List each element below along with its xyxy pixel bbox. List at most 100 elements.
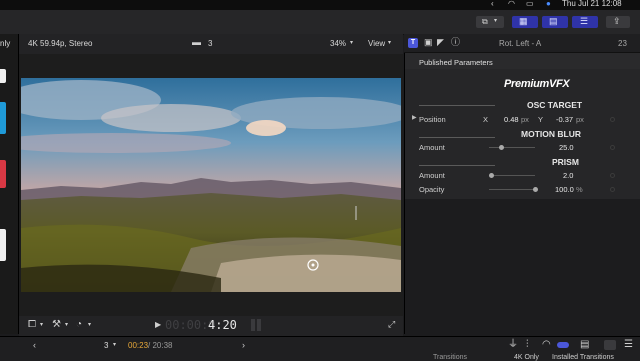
chevron-down-icon[interactable]: ▾ bbox=[40, 322, 43, 328]
inspector-tabs: T ▣ ◤ ⓘ Rot. Left - A 23 bbox=[404, 34, 640, 53]
fullscreen-icon[interactable]: ⤢ bbox=[388, 320, 395, 329]
chevron-down-icon[interactable]: ▾ bbox=[88, 322, 91, 328]
screen-icon[interactable]: ▭ bbox=[526, 0, 534, 8]
format-label: 4K 59.94p, Stereo bbox=[28, 39, 93, 48]
zoom-menu[interactable]: 34% bbox=[330, 39, 346, 48]
motion-blur-slider[interactable] bbox=[489, 147, 535, 148]
grid-icon: ▦ bbox=[519, 16, 528, 26]
clip-thumbnail[interactable] bbox=[0, 69, 6, 83]
back-arrow-icon[interactable]: ‹ bbox=[33, 341, 36, 350]
filmstrip-icon[interactable]: ▤ bbox=[580, 340, 589, 350]
forward-arrow-icon[interactable]: › bbox=[242, 341, 245, 350]
menu-bar: ‹ ◠ ▭ ● Thu Jul 21 12:08 bbox=[0, 0, 640, 10]
section-divider bbox=[419, 165, 495, 166]
inspector-toggle-button[interactable]: ☰ bbox=[572, 16, 598, 28]
timeline-current-time: 00:23 bbox=[128, 341, 149, 350]
headphones-icon[interactable]: ◠ bbox=[508, 0, 515, 8]
position-label: Position bbox=[419, 115, 446, 124]
y-label: Y bbox=[538, 115, 544, 124]
chevron-down-icon: ▾ bbox=[350, 40, 354, 46]
share-button[interactable]: ⇪ bbox=[606, 16, 630, 28]
opacity-slider[interactable] bbox=[489, 189, 535, 190]
view-menu[interactable]: View bbox=[368, 39, 385, 48]
filter-label-partial: nly bbox=[0, 39, 11, 48]
transform-icon[interactable]: ⧠ bbox=[28, 320, 36, 330]
clip-thumbnail[interactable] bbox=[0, 102, 6, 134]
title-inspector-tab-icon[interactable]: T bbox=[408, 38, 418, 48]
prism-amount-label: Amount bbox=[419, 171, 445, 180]
snapping-icon[interactable]: ⫶ bbox=[526, 340, 529, 350]
position-x-value[interactable]: 0.48 bbox=[504, 115, 519, 124]
section-divider bbox=[419, 105, 495, 106]
chevron-down-icon: ▾ bbox=[494, 18, 498, 24]
sliders-icon: ☰ bbox=[580, 16, 589, 26]
inspector-panel: Published Parameters PremiumVFX OSC TARG… bbox=[404, 34, 640, 334]
opacity-unit: % bbox=[576, 185, 583, 194]
timecode: 4:20 bbox=[208, 318, 237, 332]
position-y-value[interactable]: -0.37 bbox=[556, 115, 573, 124]
motion-blur-slider-knob[interactable] bbox=[498, 145, 504, 150]
clip-appearance-toggle[interactable] bbox=[557, 342, 569, 348]
audio-skimming-icon[interactable]: ⏚ bbox=[508, 340, 518, 350]
video-inspector-tab-icon[interactable]: ▣ bbox=[424, 38, 433, 47]
clip-count: 3 bbox=[208, 39, 213, 48]
magic-wand-icon[interactable]: ⚒ bbox=[52, 320, 61, 330]
speed-icon[interactable]: ◔ bbox=[76, 320, 82, 330]
transitions-browser-button[interactable] bbox=[604, 340, 616, 350]
keyframe-button[interactable] bbox=[610, 187, 615, 192]
timeline-icon: ▤ bbox=[549, 16, 558, 26]
chevron-down-icon: ▾ bbox=[388, 40, 392, 46]
audio-meter-right bbox=[257, 319, 261, 331]
published-parameters-bar: Published Parameters bbox=[405, 53, 640, 69]
browser-sidebar-partial: nly bbox=[0, 34, 19, 334]
clock-datetime[interactable]: Thu Jul 21 12:08 bbox=[562, 0, 622, 8]
viewer-header: 4K 59.94p, Stereo ▬ 3 34% ▾ View ▾ bbox=[19, 34, 403, 54]
video-frame[interactable] bbox=[21, 78, 401, 292]
prism-amount-value[interactable]: 2.0 bbox=[563, 171, 573, 180]
keyframe-button[interactable] bbox=[610, 145, 615, 150]
x-label: X bbox=[483, 115, 489, 124]
motion-blur-amount-value[interactable]: 25.0 bbox=[559, 143, 574, 152]
prism-title: PRISM bbox=[552, 157, 579, 167]
inspector-empty-area bbox=[405, 199, 640, 334]
opacity-value[interactable]: 100.0 bbox=[555, 185, 574, 194]
clip-thumbnail[interactable] bbox=[0, 229, 6, 261]
y-unit: px bbox=[576, 115, 584, 124]
chevron-down-icon[interactable]: ▾ bbox=[65, 322, 68, 328]
prism-amount-slider[interactable] bbox=[489, 175, 535, 176]
motion-blur-title: MOTION BLUR bbox=[521, 129, 581, 139]
opacity-slider-knob[interactable] bbox=[533, 187, 538, 192]
play-icon[interactable]: ▶ bbox=[155, 321, 161, 329]
timeline-toolbar: ‹ 3 ▾ 00:23 / 20:38 › ⏚ ⫶ ◠ ▤ ☰ Transiti… bbox=[0, 336, 640, 361]
x-unit: px bbox=[521, 115, 529, 124]
motion-blur-amount-label: Amount bbox=[419, 143, 445, 152]
browser-toggle-button[interactable]: ▦ bbox=[512, 16, 538, 28]
keyframe-button[interactable] bbox=[610, 173, 615, 178]
frame-count: 23 bbox=[618, 39, 627, 48]
timeline-total-time: / 20:38 bbox=[148, 341, 173, 350]
sliders-icon[interactable]: ☰ bbox=[624, 340, 633, 350]
published-parameters-label: Published Parameters bbox=[419, 58, 493, 67]
chevron-down-icon[interactable]: ▾ bbox=[113, 342, 116, 348]
info-icon[interactable]: ⓘ bbox=[451, 38, 460, 47]
keyframe-button[interactable] bbox=[610, 117, 615, 122]
share-icon: ⇪ bbox=[613, 16, 621, 26]
siri-icon[interactable]: ● bbox=[546, 0, 551, 8]
clapper-icon: ▬ bbox=[192, 37, 201, 47]
audio-meter-left bbox=[251, 319, 255, 331]
osc-target-title: OSC TARGET bbox=[527, 100, 583, 110]
viewer-footer: ⧠ ▾ ⚒ ▾ ◔ ▾ ▶ 00:00:0 4:20 ⤢ bbox=[19, 316, 403, 336]
disclosure-triangle-icon[interactable]: ▶ bbox=[412, 115, 417, 121]
keyword-button[interactable]: ⧉ ▾ bbox=[476, 16, 504, 28]
timeline-toggle-button[interactable]: ▤ bbox=[542, 16, 568, 28]
toolbar: ⧉ ▾ ▦ ▤ ☰ ⇪ bbox=[0, 10, 640, 35]
effect-name: Rot. Left - A bbox=[499, 39, 542, 48]
headphones-icon[interactable]: ◠ bbox=[542, 340, 551, 350]
filter-inspector-tab-icon[interactable]: ◤ bbox=[437, 38, 444, 47]
back-arrow-icon[interactable]: ‹ bbox=[491, 0, 494, 8]
index-selector[interactable]: 3 bbox=[104, 341, 108, 350]
tag-icon: ⧉ bbox=[482, 17, 488, 26]
prism-amount-slider-knob[interactable] bbox=[489, 173, 495, 178]
clip-thumbnail[interactable] bbox=[0, 160, 6, 188]
brand-logo: PremiumVFX bbox=[504, 78, 570, 90]
